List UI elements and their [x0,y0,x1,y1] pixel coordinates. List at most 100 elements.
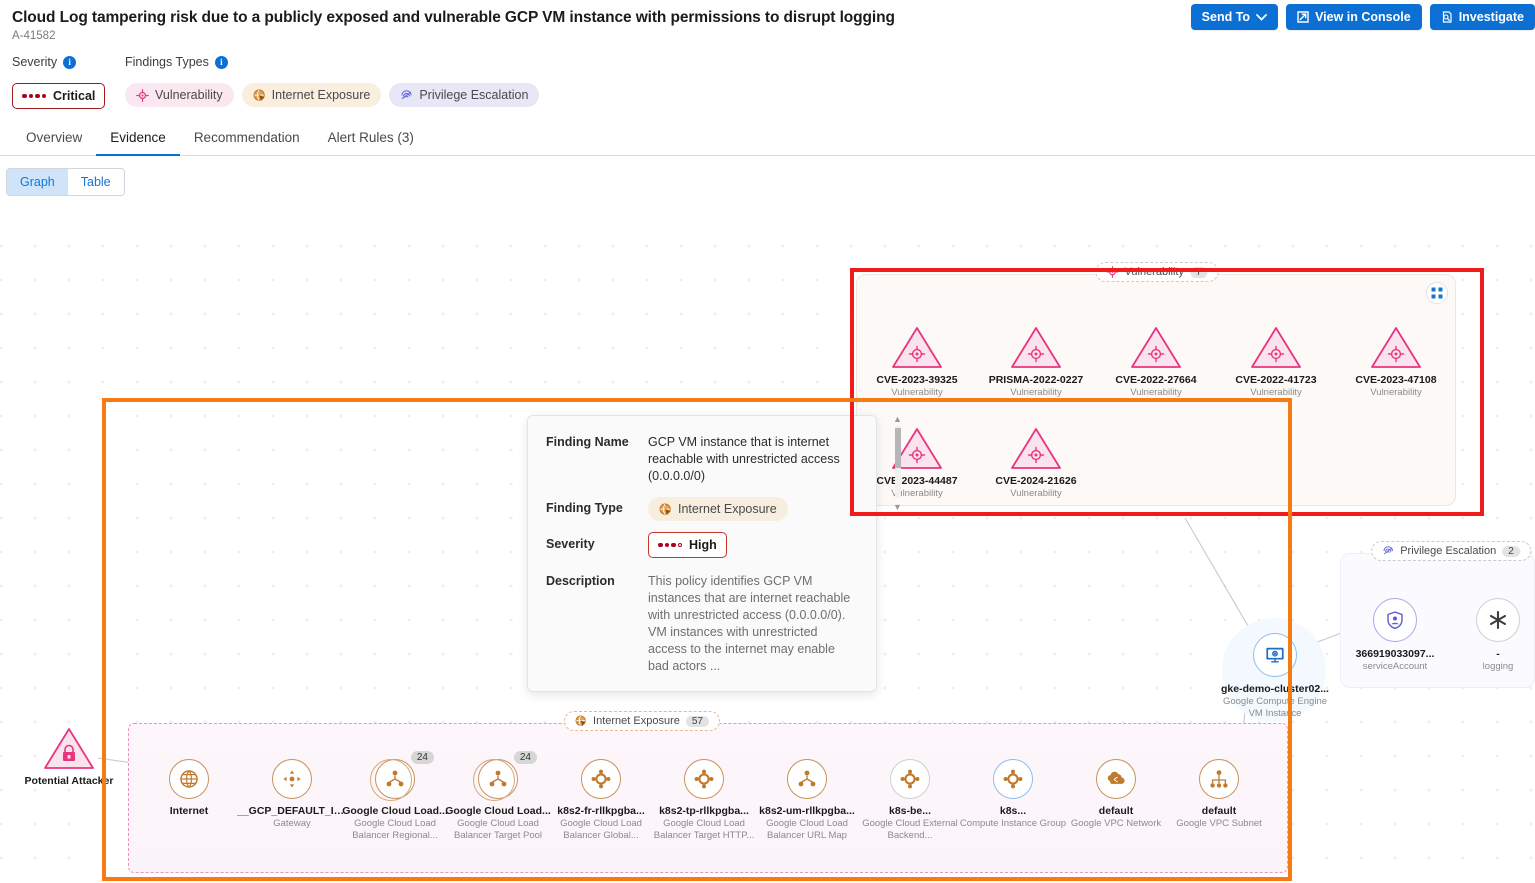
node-cve-2023-39325[interactable]: CVE-2023-39325 Vulnerability [862,325,972,399]
graph-canvas[interactable]: Vulnerability 7 CVE-2023-39325 Vulnerabi… [0,218,1535,883]
description-scrollbar[interactable]: ▲ ▼ [893,414,902,512]
investigate-label: Investigate [1458,10,1524,24]
node-potential-attacker[interactable]: Potential Attacker [14,726,124,788]
node-logging[interactable]: - logging [1443,598,1535,673]
node-k8s2-tp[interactable]: k8s2-tp-rllkpgba... Google Cloud Load Ba… [649,759,759,842]
popover-row-severity: Severity High [546,532,856,558]
scroll-up-icon[interactable]: ▲ [893,414,902,424]
node-google-cloud-lb-regional[interactable]: 24 Google Cloud Load... Google Cloud Loa… [340,751,450,842]
node-cve-2022-27664[interactable]: CVE-2022-27664 Vulnerability [1101,325,1211,399]
node-sublabel: Google Cloud Load Balancer URL Map [766,818,848,841]
popover-value: GCP VM instance that is internet reachab… [648,435,840,483]
cluster-vulnerability-count: 7 [1189,266,1208,278]
node-vpc-subnet-default[interactable]: default Google VPC Subnet [1164,759,1274,830]
severity-value: Critical [53,89,96,103]
view-in-console-button[interactable]: View in Console [1286,4,1422,30]
send-to-label: Send To [1201,10,1251,24]
node-compute-instance-group[interactable]: k8s... Compute Instance Group [958,759,1068,830]
scrollbar-thumb[interactable] [895,428,901,468]
popover-severity-badge: High [648,532,727,558]
send-to-button[interactable]: Send To [1190,4,1279,30]
node-sublabel: Vulnerability [1010,488,1062,499]
tab-evidence[interactable]: Evidence [96,123,180,156]
node-k8s2-fr[interactable]: k8s2-fr-rllkpgba... Google Cloud Load Ba… [546,759,656,842]
tab-alert-rules[interactable]: Alert Rules (3) [314,123,428,156]
finding-detail-popover[interactable]: Finding Name GCP VM instance that is int… [527,414,902,692]
popover-key: Finding Name [546,435,629,449]
node-sublabel: Vulnerability [1130,387,1182,398]
node-label: k8s2-fr-rllkpgba... [557,805,645,817]
severity-info-icon[interactable]: i [63,55,77,69]
node-service-account[interactable]: 366919033097... serviceAccount [1340,598,1450,673]
node-label: Google Cloud Load... [342,805,448,817]
node-vpc-network-default[interactable]: default Google VPC Network [1061,759,1171,830]
tab-recommendation[interactable]: Recommendation [180,123,314,156]
popover-finding-type-chip: Internet Exposure [648,497,788,521]
alert-detail-page: Cloud Log tampering risk due to a public… [0,0,1535,883]
popover-row-finding-type: Finding Type Internet Exposure [546,497,856,521]
node-sublabel: Google Compute Engine VM Instance [1222,696,1328,719]
view-toggle: Graph Table [6,168,125,196]
node-sublabel: Google Cloud Load Balancer Target HTTP..… [653,818,755,841]
node-sublabel: Compute Instance Group [959,818,1067,829]
node-label: gke-demo-cluster02... [1221,683,1329,695]
node-cve-2024-21626[interactable]: CVE-2024-21626 Vulnerability [981,426,1091,500]
cluster-privilege-escalation-pill: Privilege Escalation 2 [1371,541,1531,561]
node-sublabel: Google VPC Subnet [1176,818,1262,829]
globe-icon [169,759,209,799]
node-label: Internet [169,805,209,817]
findings-chips: Vulnerability Internet Exposure Privileg… [125,83,540,107]
findings-types-info-icon[interactable]: i [214,55,228,69]
url-map-icon [787,759,827,799]
severity-dots-icon [22,93,46,99]
popover-description: This policy identifies GCP VM instances … [648,574,851,673]
chip-privilege-escalation[interactable]: Privilege Escalation [389,83,540,107]
investigate-button[interactable]: Investigate [1429,4,1535,30]
node-label: CVE-2023-44487 [876,475,958,487]
node-google-cloud-lb-target-pool[interactable]: 24 Google Cloud Load... Google Cloud Loa… [443,751,553,842]
node-sublabel: Vulnerability [1370,387,1422,398]
node-label: Google Cloud Load... [445,805,551,817]
node-prisma-2022-0227[interactable]: PRISMA-2022-0227 Vulnerability [981,325,1091,399]
node-count-badge: 24 [513,751,537,764]
node-k8s2-um[interactable]: k8s2-um-rllkpgba... Google Cloud Load Ba… [752,759,862,842]
popover-severity-value: High [689,538,717,552]
popover-finding-type-label: Internet Exposure [678,502,777,516]
toggle-table[interactable]: Table [67,169,124,195]
node-label: - [1496,648,1500,660]
cluster-internet-exposure-count: 57 [685,715,709,727]
node-cve-2022-41723[interactable]: CVE-2022-41723 Vulnerability [1221,325,1331,399]
node-label: Potential Attacker [24,775,114,787]
node-label: k8s2-tp-rllkpgba... [659,805,749,817]
popover-row-finding-name: Finding Name GCP VM instance that is int… [546,434,856,485]
popover-row-description: Description This policy identifies GCP V… [546,414,902,675]
node-cve-2023-47108[interactable]: CVE-2023-47108 Vulnerability [1341,325,1451,399]
node-gcp-default-internet-gateway[interactable]: __GCP_DEFAULT_INTER... Gateway [237,759,347,830]
node-sublabel: Google Cloud External Backend... [862,818,958,841]
collapse-icon[interactable] [1426,282,1448,304]
node-sublabel: Google Cloud Load Balancer Global... [560,818,642,841]
scroll-down-icon[interactable]: ▼ [893,502,902,512]
cluster-internet-exposure: Internet Exposure 57 Internet __GCP_DEFA… [128,711,1288,873]
node-sublabel: serviceAccount [1362,661,1428,672]
tab-overview[interactable]: Overview [12,123,96,156]
node-internet[interactable]: Internet [134,759,244,818]
chip-vulnerability-label: Vulnerability [155,88,223,102]
severity-badge: Critical [12,83,106,109]
globe-cursor-icon [659,503,671,515]
forwarding-rule-icon [581,759,621,799]
chip-vulnerability[interactable]: Vulnerability [125,83,234,107]
vulnerability-triangle-icon [1370,325,1422,370]
node-sublabel: Vulnerability [891,387,943,398]
node-k8s-be[interactable]: k8s-be... Google Cloud External Backend.… [855,759,965,842]
cluster-vulnerability-pill: Vulnerability 7 [1095,262,1219,282]
toggle-graph[interactable]: Graph [7,169,68,195]
tab-bar: Overview Evidence Recommendation Alert R… [0,123,1535,156]
page-header: Cloud Log tampering risk due to a public… [0,0,1535,46]
node-gke-demo-cluster[interactable]: gke-demo-cluster02... Google Compute Eng… [1219,633,1331,720]
node-sublabel: logging [1482,661,1514,672]
vulnerability-triangle-icon [1130,325,1182,370]
node-cve-2023-44487[interactable]: CVE-2023-44487 Vulnerability [862,426,972,500]
cluster-vulnerability-label: Vulnerability [1124,266,1184,278]
chip-internet-exposure[interactable]: Internet Exposure [241,83,382,107]
